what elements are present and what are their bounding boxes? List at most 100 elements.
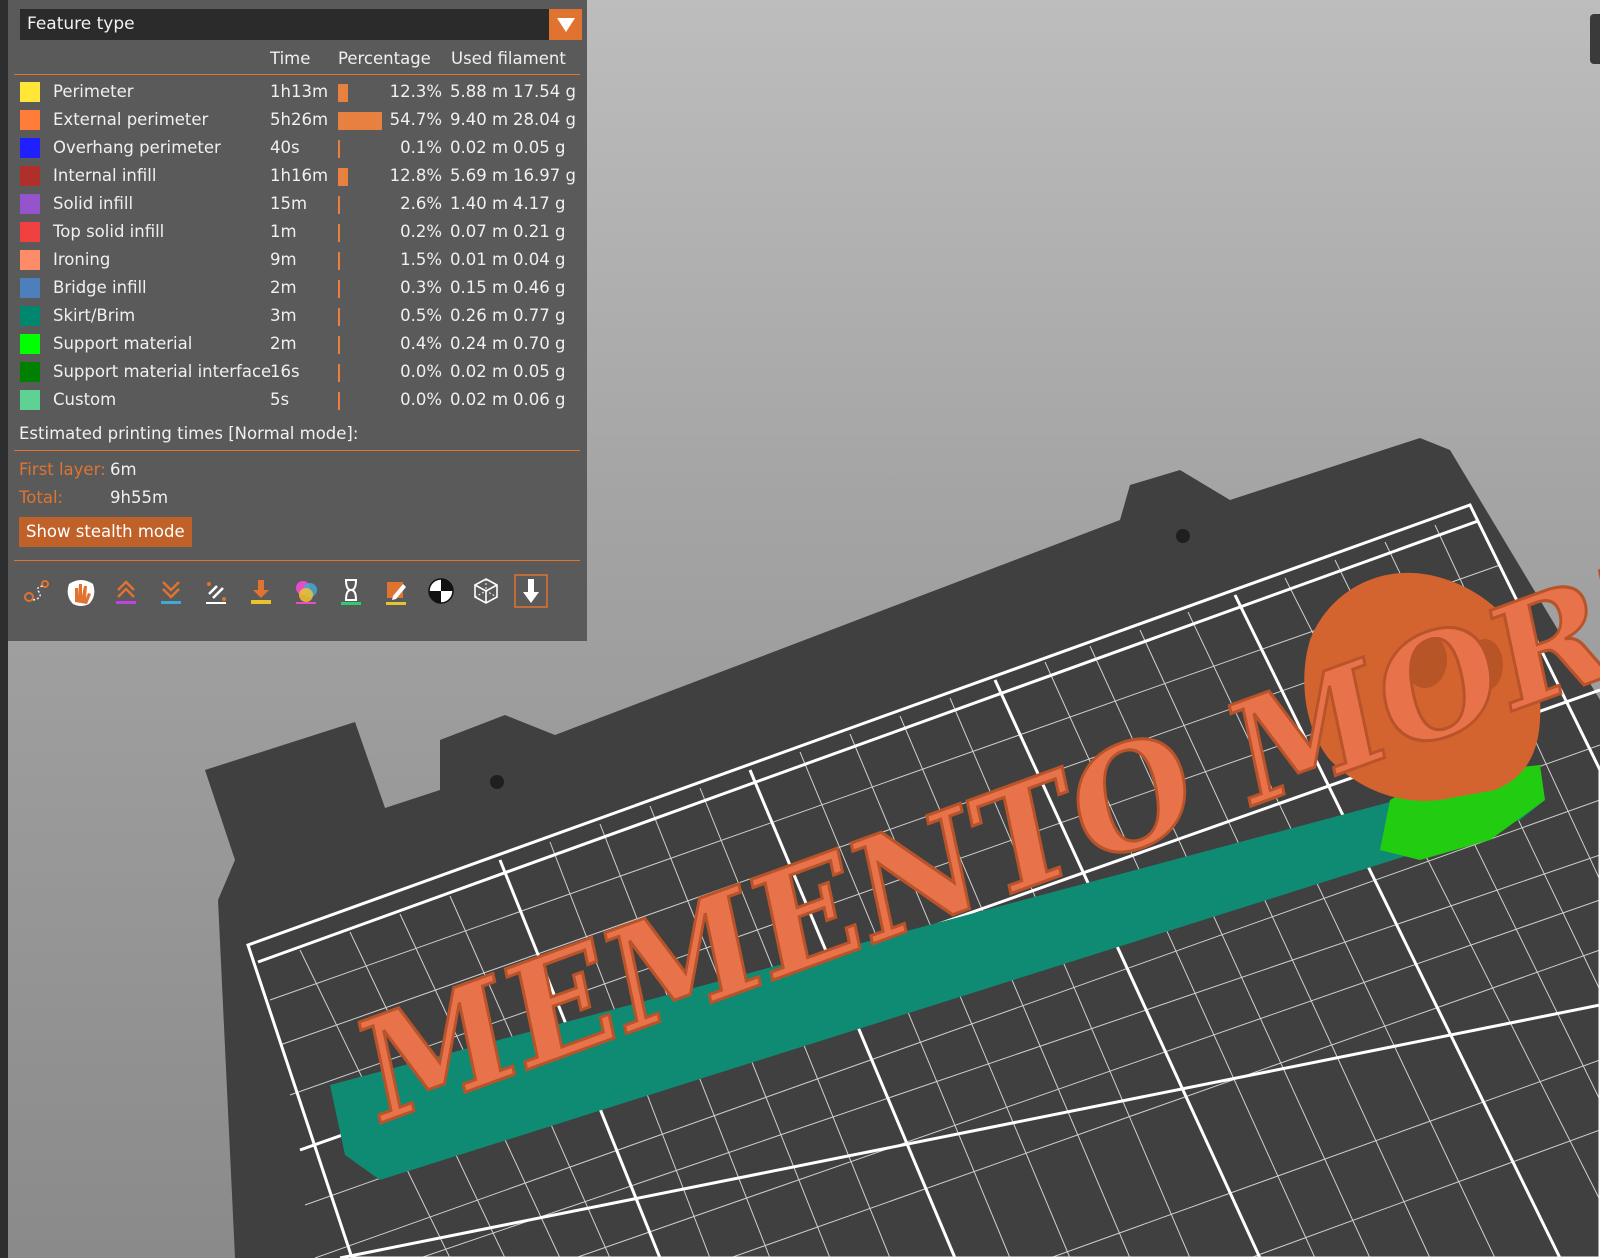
feature-used-length: 0.24 m bbox=[450, 334, 509, 353]
sidebar-collapse-handle[interactable] bbox=[1590, 14, 1600, 64]
feature-used-length: 0.02 m bbox=[450, 138, 509, 157]
color-changes-icon[interactable] bbox=[288, 573, 324, 609]
feature-percentage: 0.2% bbox=[400, 222, 442, 241]
feature-percentage-bar bbox=[338, 308, 340, 326]
feature-used-weight: 0.70 g bbox=[513, 334, 566, 353]
feature-row[interactable]: Bridge infill 2m 0.3% 0.15 m 0.46 g bbox=[8, 274, 587, 302]
toolbar-divider bbox=[14, 560, 580, 561]
feature-percentage-bar bbox=[338, 224, 340, 242]
feature-name: Skirt/Brim bbox=[53, 306, 136, 325]
deretractions-icon[interactable] bbox=[153, 573, 189, 609]
column-header-used-filament: Used filament bbox=[451, 49, 566, 68]
feature-percentage-bar bbox=[338, 392, 340, 410]
header-divider bbox=[14, 74, 580, 75]
feature-used-weight: 0.06 g bbox=[513, 390, 566, 409]
bed-hole bbox=[490, 775, 504, 789]
feature-used-weight: 0.21 g bbox=[513, 222, 566, 241]
feature-used-weight: 4.17 g bbox=[513, 194, 566, 213]
show-stealth-mode-button[interactable]: Show stealth mode bbox=[19, 517, 192, 547]
feature-row[interactable]: Internal infill 1h16m 12.8% 5.69 m 16.97 g bbox=[8, 162, 587, 190]
tool-marker-icon[interactable] bbox=[513, 573, 549, 609]
feature-percentage: 0.4% bbox=[400, 334, 442, 353]
chevron-down-icon[interactable] bbox=[549, 9, 582, 40]
feature-row[interactable]: Ironing 9m 1.5% 0.01 m 0.04 g bbox=[8, 246, 587, 274]
view-type-dropdown[interactable]: Feature type bbox=[20, 9, 582, 40]
feature-row[interactable]: External perimeter 5h26m 54.7% 9.40 m 28.04 … bbox=[8, 106, 587, 134]
bed-hole bbox=[1176, 529, 1190, 543]
feature-color-swatch bbox=[20, 194, 40, 214]
column-header-time: Time bbox=[270, 49, 311, 68]
column-header-percentage: Percentage bbox=[338, 49, 431, 68]
feature-time: 2m bbox=[270, 334, 297, 353]
feature-row[interactable]: Support material 2m 0.4% 0.24 m 0.70 g bbox=[8, 330, 587, 358]
feature-color-swatch bbox=[20, 334, 40, 354]
feature-used-weight: 17.54 g bbox=[513, 82, 576, 101]
feature-used-length: 0.15 m bbox=[450, 278, 509, 297]
retractions-icon[interactable] bbox=[108, 573, 144, 609]
pause-icon[interactable] bbox=[333, 573, 369, 609]
feature-color-swatch bbox=[20, 166, 40, 186]
feature-percentage-bar bbox=[338, 84, 348, 102]
feature-name: Custom bbox=[53, 390, 117, 409]
feature-row[interactable]: Custom 5s 0.0% 0.02 m 0.06 g bbox=[8, 386, 587, 414]
feature-used-length: 0.01 m bbox=[450, 250, 509, 269]
center-of-gravity-icon[interactable] bbox=[423, 573, 459, 609]
feature-name: Overhang perimeter bbox=[53, 138, 221, 157]
first-layer-value: 6m bbox=[110, 460, 137, 479]
feature-color-swatch bbox=[20, 278, 40, 298]
feature-name: Bridge infill bbox=[53, 278, 147, 297]
feature-used-weight: 0.46 g bbox=[513, 278, 566, 297]
feature-color-swatch bbox=[20, 250, 40, 270]
feature-row[interactable]: Top solid infill 1m 0.2% 0.07 m 0.21 g bbox=[8, 218, 587, 246]
feature-used-length: 5.88 m bbox=[450, 82, 509, 101]
feature-color-swatch bbox=[20, 222, 40, 242]
feature-used-length: 9.40 m bbox=[450, 110, 509, 129]
feature-row[interactable]: Solid infill 15m 2.6% 1.40 m 4.17 g bbox=[8, 190, 587, 218]
first-layer-label: First layer: bbox=[19, 460, 106, 479]
feature-percentage: 1.5% bbox=[400, 250, 442, 269]
feature-percentage-bar bbox=[338, 280, 340, 298]
feature-row[interactable]: Overhang perimeter 40s 0.1% 0.02 m 0.05 g bbox=[8, 134, 587, 162]
total-value: 9h55m bbox=[110, 488, 169, 507]
feature-percentage: 54.7% bbox=[389, 110, 442, 129]
custom-gcode-icon[interactable] bbox=[378, 573, 414, 609]
feature-percentage-bar bbox=[338, 168, 349, 186]
feature-name: Internal infill bbox=[53, 166, 157, 185]
feature-used-length: 0.02 m bbox=[450, 362, 509, 381]
feature-used-length: 0.26 m bbox=[450, 306, 509, 325]
wipe-icon[interactable] bbox=[198, 573, 234, 609]
feature-percentage: 2.6% bbox=[400, 194, 442, 213]
feature-time: 5s bbox=[270, 390, 290, 409]
feature-percentage-bar bbox=[338, 364, 340, 382]
feature-row[interactable]: Skirt/Brim 3m 0.5% 0.26 m 0.77 g bbox=[8, 302, 587, 330]
total-label: Total: bbox=[19, 488, 64, 507]
estimate-divider bbox=[14, 450, 580, 451]
feature-percentage: 0.0% bbox=[400, 362, 442, 381]
feature-percentage-bar bbox=[338, 196, 341, 214]
shells-icon[interactable] bbox=[468, 573, 504, 609]
feature-row[interactable]: Perimeter 1h13m 12.3% 5.88 m 17.54 g bbox=[8, 78, 587, 106]
feature-percentage-bar bbox=[338, 112, 382, 130]
feature-used-weight: 0.05 g bbox=[513, 138, 566, 157]
feature-color-swatch bbox=[20, 390, 40, 410]
tool-changes-icon[interactable] bbox=[243, 573, 279, 609]
dropdown-selected-value: Feature type bbox=[27, 14, 135, 34]
feature-color-swatch bbox=[20, 306, 40, 326]
feature-used-length: 1.40 m bbox=[450, 194, 509, 213]
seams-icon[interactable] bbox=[63, 573, 99, 609]
feature-time: 2m bbox=[270, 278, 297, 297]
travel-icon[interactable] bbox=[18, 573, 54, 609]
feature-used-length: 0.07 m bbox=[450, 222, 509, 241]
feature-row[interactable]: Support material interface 16s 0.0% 0.02 m0… bbox=[8, 358, 587, 386]
feature-color-swatch bbox=[20, 110, 40, 130]
feature-percentage-bar bbox=[338, 140, 340, 158]
feature-percentage-bar bbox=[338, 252, 340, 270]
legend-panel: Feature type Time Percentage Used filame… bbox=[8, 0, 587, 641]
feature-name: External perimeter bbox=[53, 110, 209, 129]
feature-time: 9m bbox=[270, 250, 297, 269]
feature-name: Support material bbox=[53, 334, 193, 353]
viewport-left-edge bbox=[0, 0, 8, 1258]
feature-time: 40s bbox=[270, 138, 300, 157]
feature-used-length: 0.02 m bbox=[450, 390, 509, 409]
feature-time: 1m bbox=[270, 222, 297, 241]
